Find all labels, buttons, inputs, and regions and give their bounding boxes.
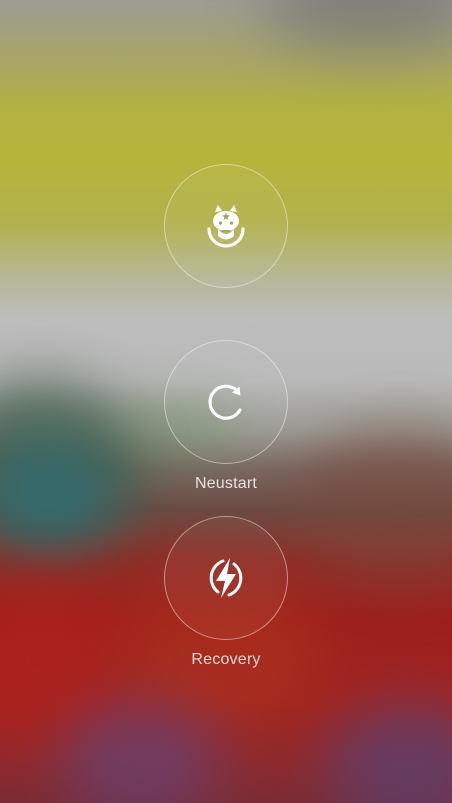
recovery-label: Recovery (191, 651, 261, 668)
restart-label: Neustart (194, 475, 258, 492)
mi-button[interactable] (164, 164, 288, 288)
restart-icon (208, 384, 242, 420)
recovery-bolt-icon (209, 558, 243, 598)
restart-button[interactable] (164, 340, 288, 464)
recovery-button[interactable] (164, 516, 288, 640)
mi-bunny-icon (207, 205, 245, 248)
